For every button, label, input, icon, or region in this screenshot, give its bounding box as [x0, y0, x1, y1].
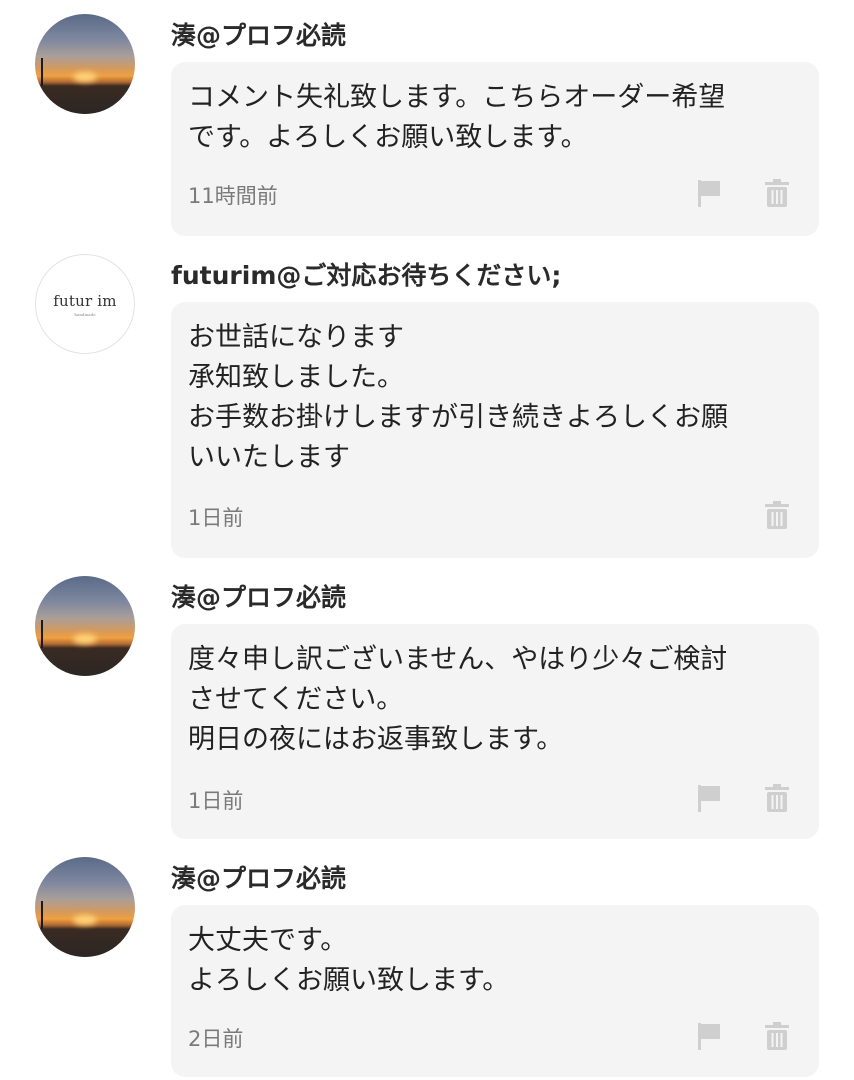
avatar[interactable]: futur im handmade	[35, 254, 135, 354]
trash-icon[interactable]	[764, 500, 790, 530]
trash-icon[interactable]	[764, 178, 790, 208]
flag-icon[interactable]	[696, 783, 722, 813]
avatar[interactable]	[35, 576, 135, 676]
comment-bubble: 大丈夫です。 よろしくお願い致します。 2日前	[171, 905, 819, 1077]
comment-text: お世話になります 承知致しました。 お手数お掛けしますが引き続きよろしくお願 い…	[188, 322, 728, 473]
trash-icon[interactable]	[764, 783, 790, 813]
comment-bubble: 度々申し訳ございません、やはり少々ご検討 させてください。 明日の夜にはお返事致…	[171, 624, 819, 839]
avatar[interactable]	[35, 857, 135, 957]
comment-item: futur im handmade futurim@ご対応お待ちください; お世…	[0, 240, 854, 560]
logo-text: futur im	[53, 291, 117, 310]
comment-text: コメント失礼致します。こちらオーダー希望 です。よろしくお願い致します。	[188, 82, 726, 153]
comment-item: 湊@プロフ必読 コメント失礼致します。こちらオーダー希望 です。よろしくお願い致…	[0, 0, 854, 240]
comment-bubble: お世話になります 承知致しました。 お手数お掛けしますが引き続きよろしくお願 い…	[171, 302, 819, 558]
comment-item: 湊@プロフ必読 大丈夫です。 よろしくお願い致します。 2日前	[0, 843, 854, 1080]
flag-icon[interactable]	[696, 178, 722, 208]
comment-timestamp: 1日前	[188, 789, 244, 813]
comment-author[interactable]: 湊@プロフ必読	[171, 16, 346, 52]
flag-icon[interactable]	[696, 1021, 722, 1051]
comment-author[interactable]: futurim@ご対応お待ちください;	[171, 256, 561, 292]
comment-text: 度々申し訳ございません、やはり少々ご検討 させてください。 明日の夜にはお返事致…	[188, 644, 728, 755]
comment-bubble: コメント失礼致します。こちらオーダー希望 です。よろしくお願い致します。 11時…	[171, 62, 819, 236]
comment-text: 大丈夫です。 よろしくお願い致します。	[188, 925, 510, 996]
comment-timestamp: 1日前	[188, 506, 244, 530]
comment-timestamp: 11時間前	[188, 184, 278, 208]
comment-author[interactable]: 湊@プロフ必読	[171, 578, 346, 614]
comment-timestamp: 2日前	[188, 1027, 244, 1051]
avatar[interactable]	[35, 14, 135, 114]
comment-item: 湊@プロフ必読 度々申し訳ございません、やはり少々ご検討 させてください。 明日…	[0, 562, 854, 844]
comment-author[interactable]: 湊@プロフ必読	[171, 859, 346, 895]
trash-icon[interactable]	[764, 1021, 790, 1051]
